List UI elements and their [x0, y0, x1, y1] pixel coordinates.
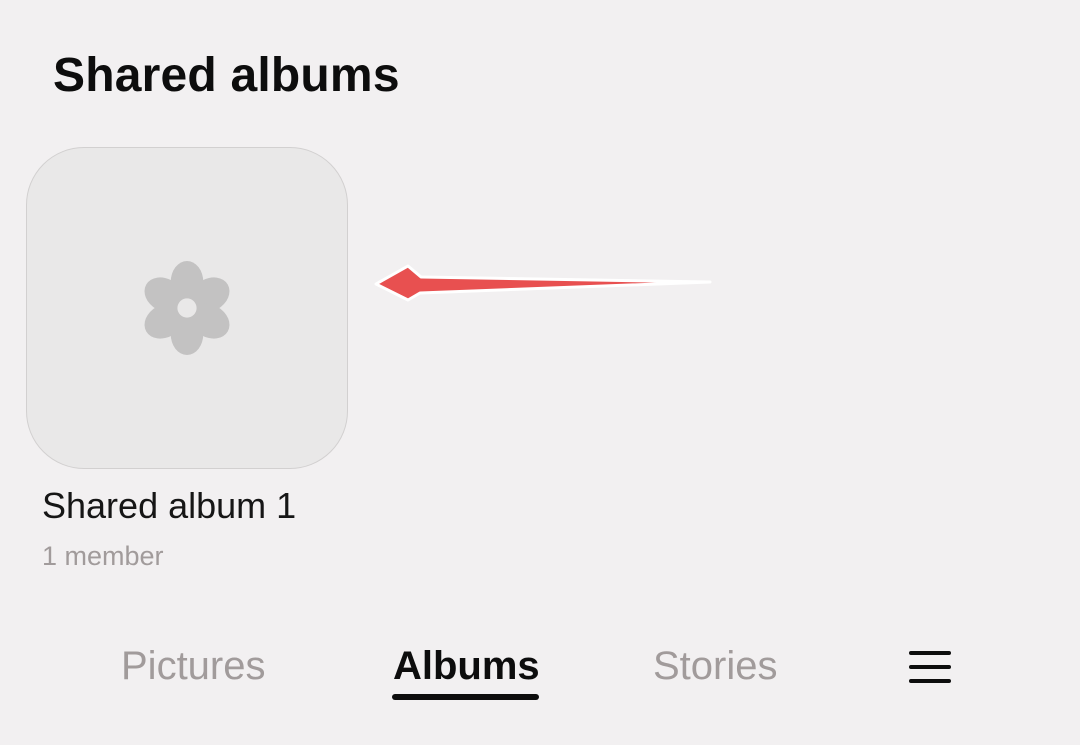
tab-pictures[interactable]: Pictures	[121, 646, 266, 686]
album-member-count: 1 member	[42, 541, 164, 571]
tab-albums[interactable]: Albums	[393, 646, 540, 686]
hamburger-menu-icon	[909, 651, 951, 683]
album-name: Shared album 1	[42, 485, 297, 526]
album-thumbnail[interactable]	[26, 147, 348, 469]
red-arrow-icon	[374, 264, 712, 302]
menu-button[interactable]	[902, 642, 958, 692]
active-tab-indicator	[392, 694, 539, 700]
shared-album-card[interactable]: Shared album 1 1 member	[26, 147, 348, 587]
bottom-navigation: Pictures Albums Stories	[0, 630, 1080, 710]
page-title: Shared albums	[53, 49, 400, 102]
flower-placeholder-icon	[144, 260, 230, 356]
tab-stories[interactable]: Stories	[653, 646, 778, 686]
